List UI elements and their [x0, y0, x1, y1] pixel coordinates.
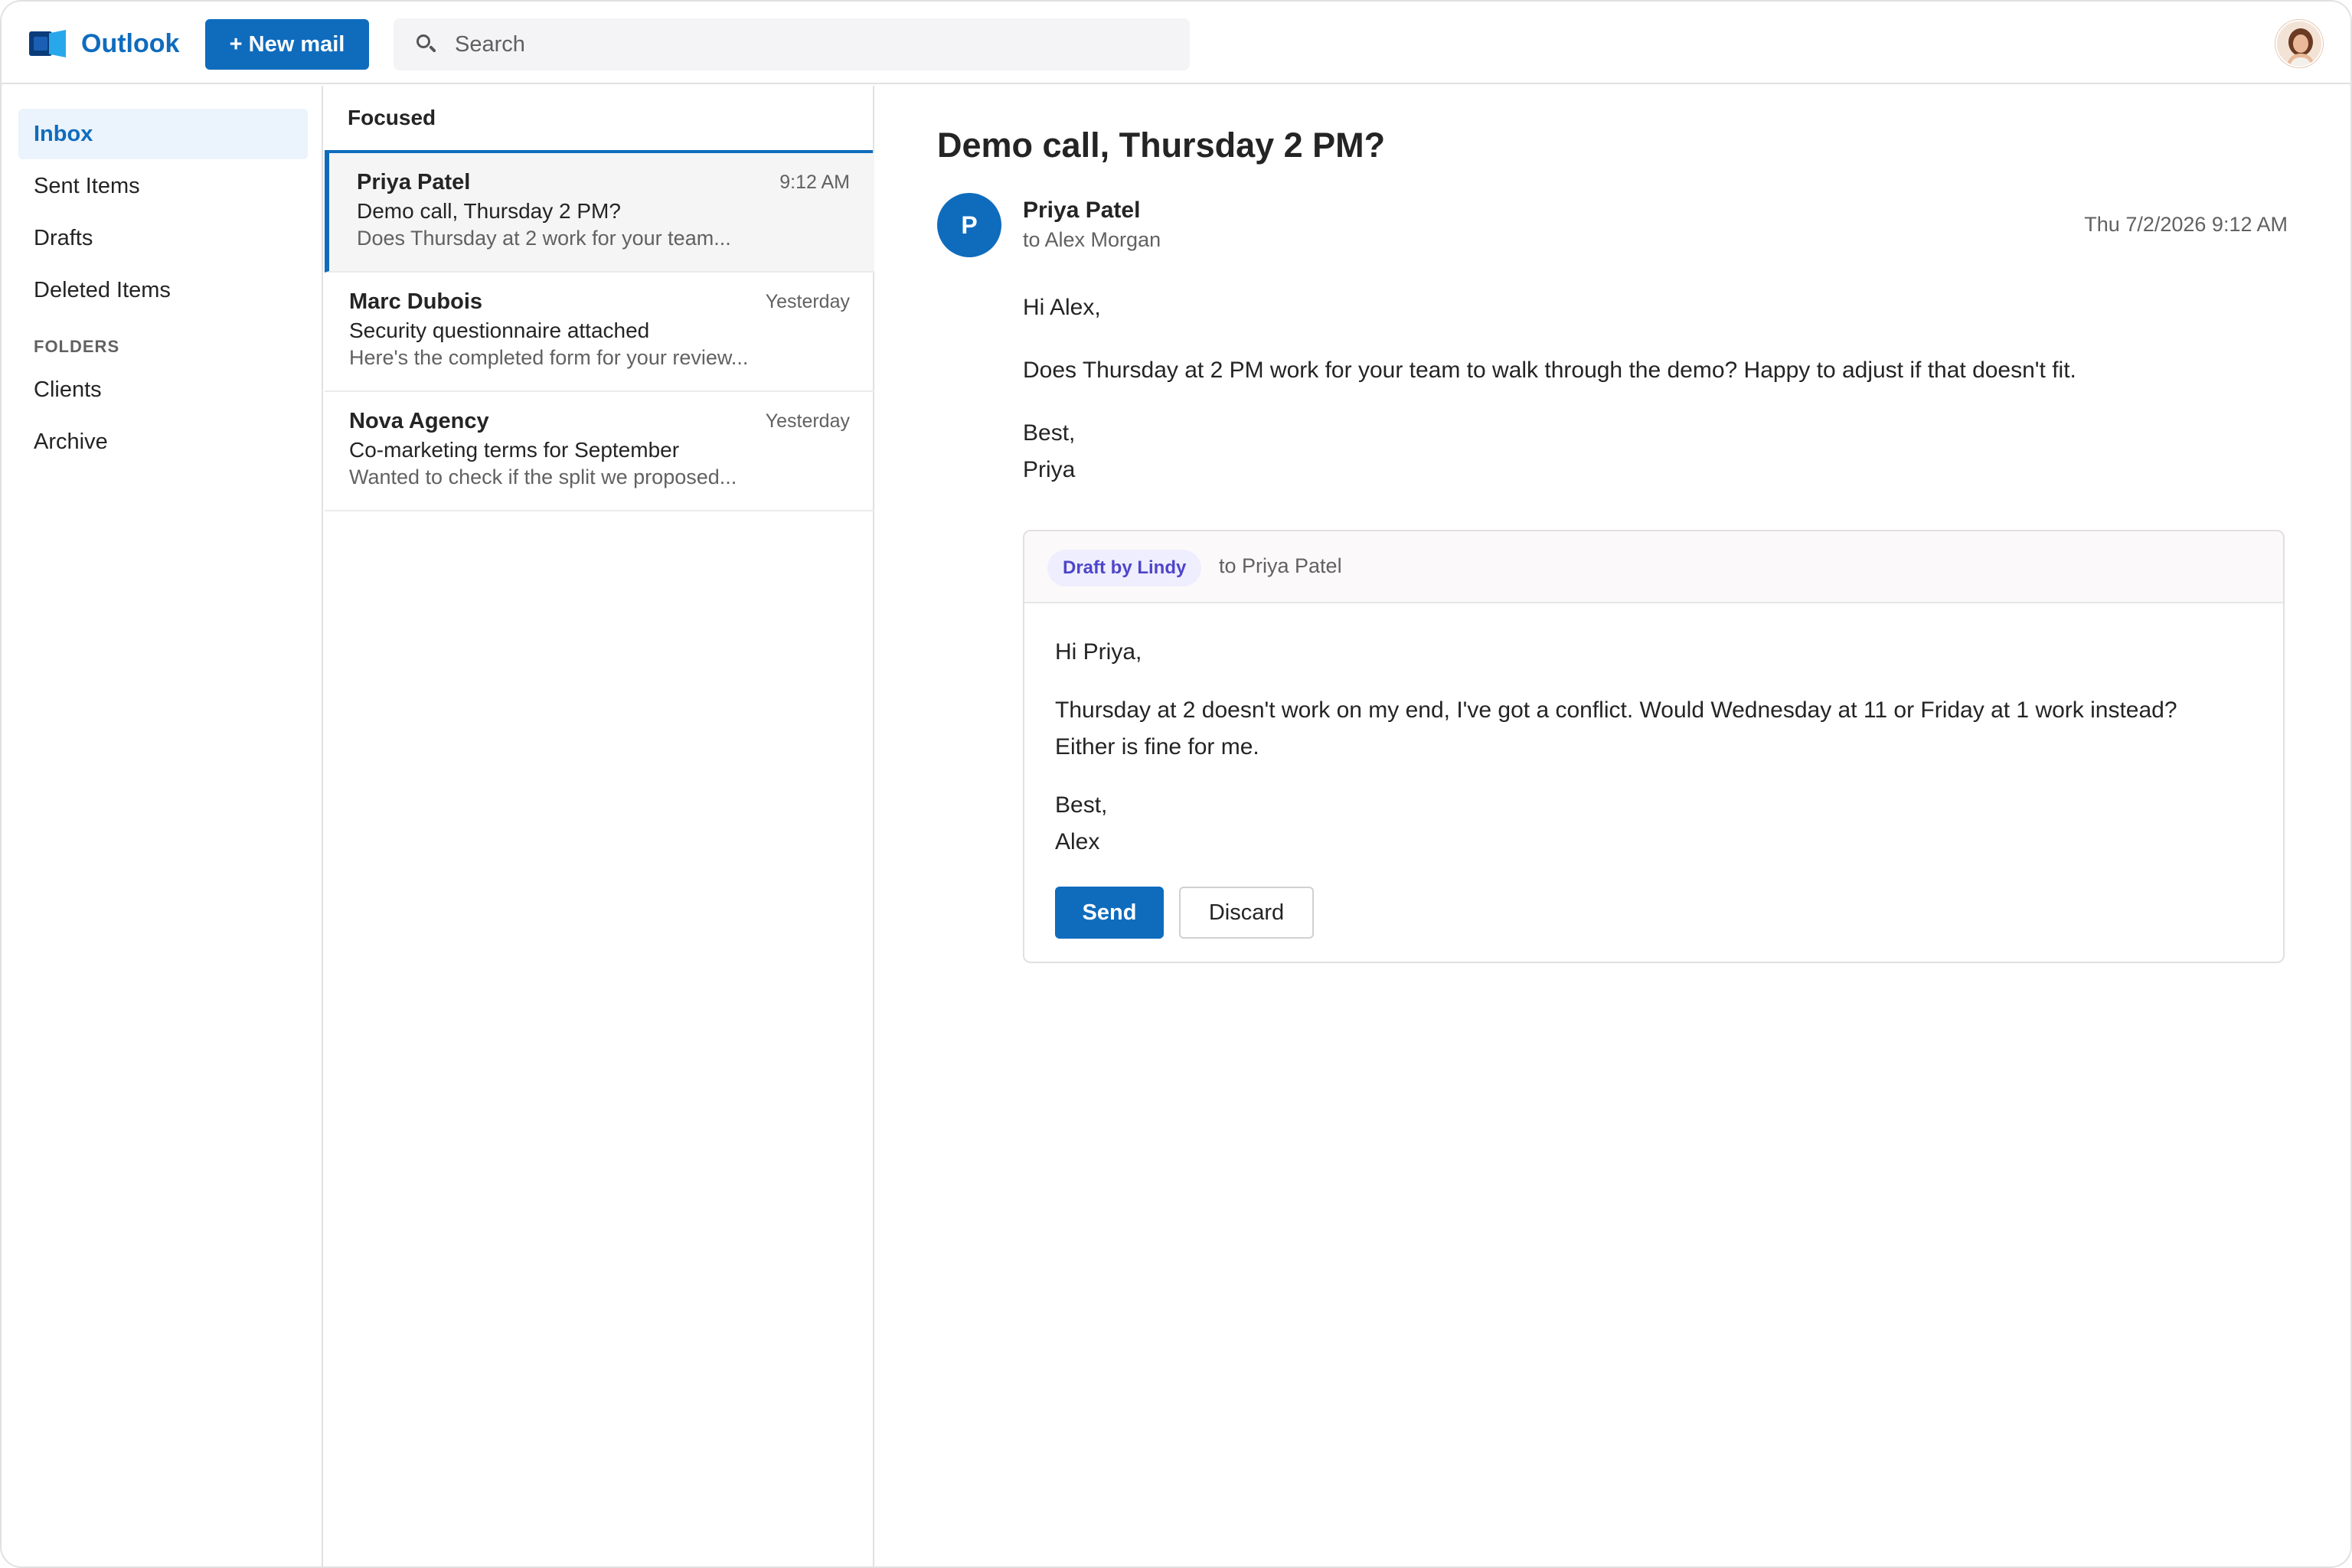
discard-button[interactable]: Discard — [1179, 887, 1314, 939]
message-time: Yesterday — [765, 291, 850, 312]
email-signoff: Best, — [1023, 420, 1076, 446]
sender-avatar[interactable]: P — [937, 193, 1001, 257]
message-subject: Security questionnaire attached — [349, 318, 650, 342]
search-icon — [415, 33, 438, 56]
reading-pane: Demo call, Thursday 2 PM? P Priya Patel … — [876, 86, 2350, 1566]
search-input[interactable] — [455, 31, 1144, 57]
draft-line-2[interactable]: Either is fine for me. — [1055, 729, 1259, 766]
draft-header: Draft by Lindy to Priya Patel — [1024, 531, 2283, 603]
draft-signoff[interactable]: Best, — [1055, 787, 1107, 824]
draft-reply-card: Draft by Lindy to Priya Patel Hi Priya, … — [1023, 530, 2285, 963]
new-mail-button[interactable]: + New mail — [205, 19, 369, 70]
message-sender: Priya Patel — [357, 170, 471, 194]
draft-recipient: to Priya Patel — [1219, 554, 1342, 577]
tab-focused[interactable]: Focused — [348, 106, 436, 130]
email-paragraph: Does Thursday at 2 PM work for your team… — [1023, 358, 2076, 383]
user-avatar-image — [2277, 21, 2321, 66]
folder-sidebar: Inbox Sent Items Drafts Deleted Items FO… — [2, 86, 323, 1566]
draft-line-1[interactable]: Thursday at 2 doesn't work on my end, I'… — [1055, 692, 2177, 729]
message-list: Focused Priya Patel 9:12 AM Demo call, T… — [325, 86, 874, 1566]
email-greeting: Hi Alex, — [1023, 295, 1101, 320]
message-subject: Demo call, Thursday 2 PM? — [357, 199, 621, 223]
search-box[interactable] — [394, 18, 1190, 70]
message-sender: Marc Dubois — [349, 289, 483, 314]
message-item[interactable]: Nova Agency Yesterday Co-marketing terms… — [325, 392, 874, 511]
draft-greeting[interactable]: Hi Priya, — [1055, 634, 1142, 671]
message-preview: Wanted to check if the split we proposed… — [349, 466, 737, 488]
folders-heading: FOLDERS — [34, 337, 120, 356]
message-item[interactable]: Priya Patel 9:12 AM Demo call, Thursday … — [325, 153, 874, 273]
sent-date: Thu 7/2/2026 9:12 AM — [2084, 213, 2288, 236]
message-preview: Here's the completed form for your revie… — [349, 346, 749, 369]
message-time: 9:12 AM — [779, 172, 850, 193]
user-avatar[interactable] — [2275, 20, 2323, 67]
message-preview: Does Thursday at 2 work for your team... — [357, 227, 731, 250]
outlook-logo-icon — [29, 30, 66, 57]
sidebar-item-drafts[interactable]: Drafts — [18, 213, 308, 263]
draft-badge: Draft by Lindy — [1047, 550, 1202, 586]
app-name: Outlook — [81, 28, 180, 58]
message-sender: Nova Agency — [349, 409, 489, 433]
message-subject: Co-marketing terms for September — [349, 438, 680, 462]
sender-name[interactable]: Priya Patel — [1023, 198, 1140, 224]
sidebar-item-sent-items[interactable]: Sent Items — [18, 161, 308, 211]
draft-signature[interactable]: Alex — [1055, 824, 1099, 861]
email-subject: Demo call, Thursday 2 PM? — [937, 126, 1386, 165]
sidebar-item-deleted-items[interactable]: Deleted Items — [18, 265, 308, 315]
outlook-window: Outlook + New mail Inbox Sent Items Draf… — [0, 0, 2352, 1568]
message-time: Yesterday — [765, 410, 850, 432]
app-brand[interactable]: Outlook — [29, 26, 179, 61]
send-button[interactable]: Send — [1055, 887, 1164, 939]
top-bar: Outlook + New mail — [2, 2, 2350, 84]
email-signature: Priya — [1023, 457, 1076, 482]
message-item[interactable]: Marc Dubois Yesterday Security questionn… — [325, 273, 874, 392]
sidebar-item-archive[interactable]: Archive — [18, 416, 308, 467]
sidebar-item-clients[interactable]: Clients — [18, 364, 308, 415]
recipient-line: to Alex Morgan — [1023, 228, 1161, 251]
sidebar-item-inbox[interactable]: Inbox — [18, 109, 308, 159]
